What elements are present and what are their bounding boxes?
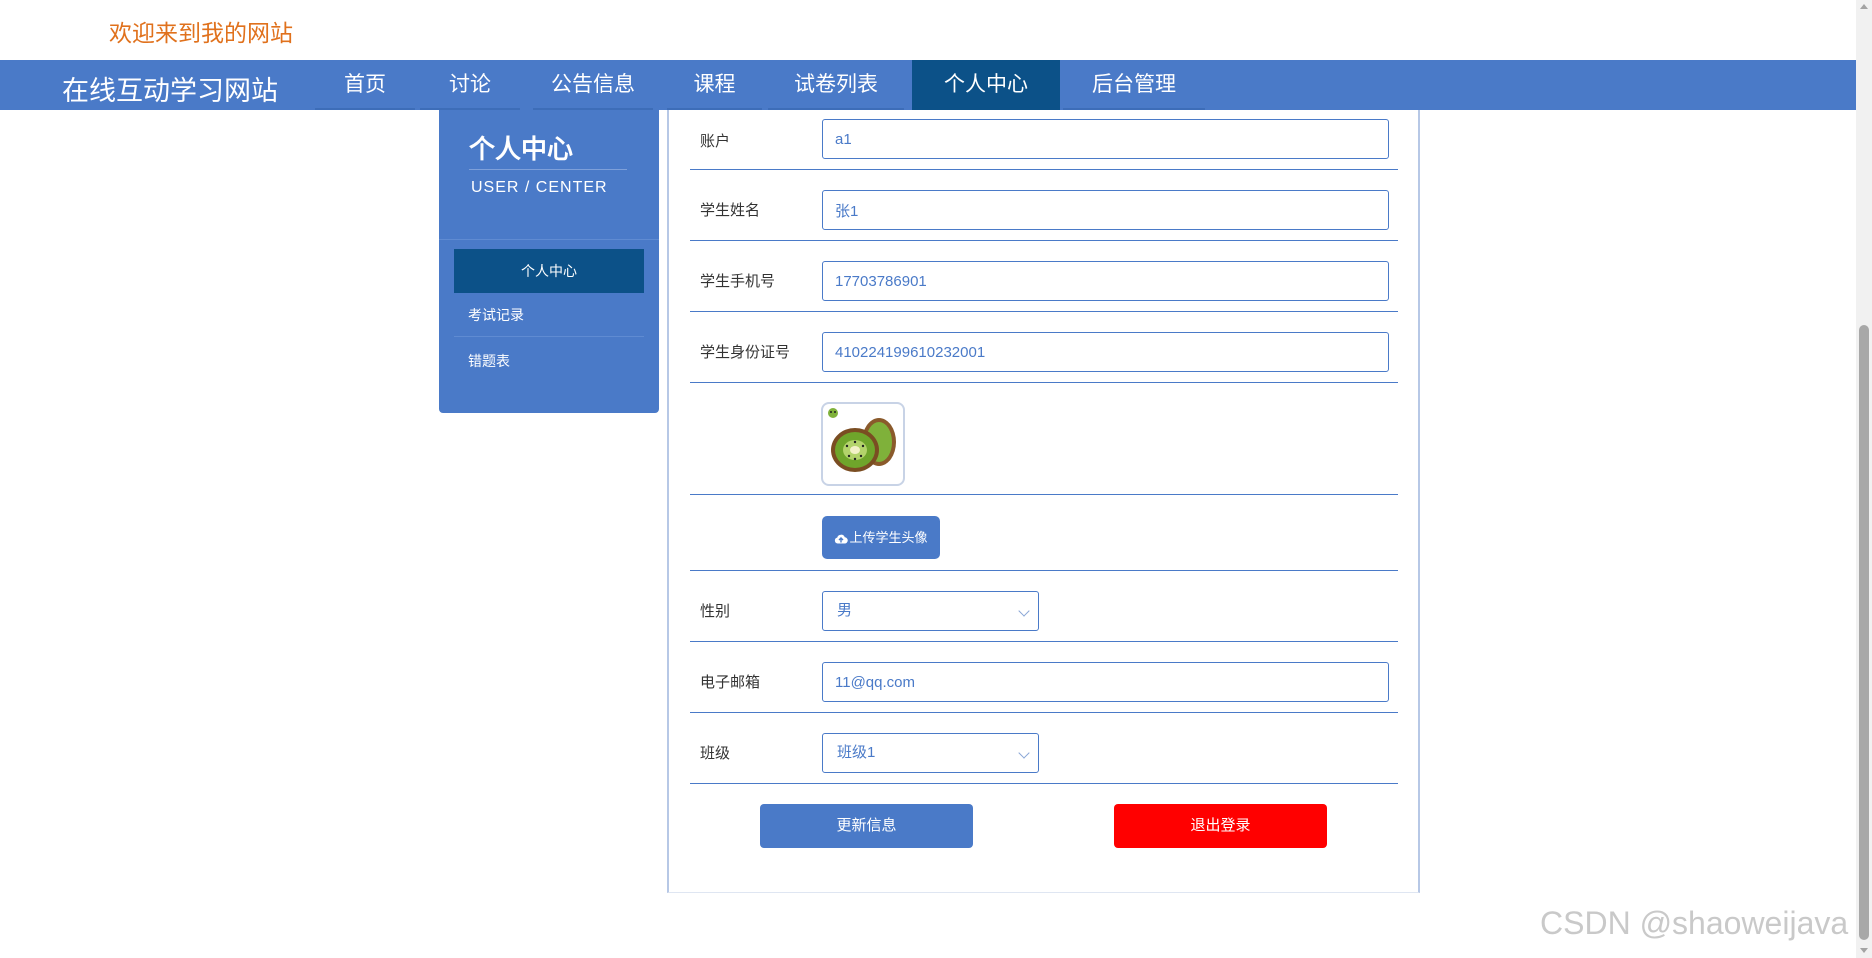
student-name-label: 学生姓名 <box>700 202 761 219</box>
nav-exam-list[interactable]: 试卷列表 <box>768 60 904 110</box>
student-name-input[interactable] <box>822 190 1389 230</box>
sidebar-subtitle: USER / CENTER <box>471 179 608 196</box>
sidebar-separator <box>439 239 659 240</box>
avatar[interactable] <box>821 402 905 486</box>
class-select-value: 班级1 <box>837 744 876 761</box>
sidebar-title: 个人中心 <box>469 134 574 164</box>
id-card-label: 学生身份证号 <box>700 344 791 361</box>
cloud-upload-icon <box>835 534 849 544</box>
chevron-down-icon <box>1018 605 1030 617</box>
chevron-down-icon <box>1018 747 1030 759</box>
kiwi-image <box>828 408 896 472</box>
update-info-button[interactable]: 更新信息 <box>760 804 973 848</box>
gender-select-value: 男 <box>837 602 853 619</box>
account-input[interactable] <box>822 119 1389 159</box>
form-row-phone: 学生手机号 <box>690 241 1398 312</box>
form-row-upload <box>690 495 1398 571</box>
form-row-id-card: 学生身份证号 <box>690 312 1398 383</box>
id-card-input[interactable] <box>822 332 1389 372</box>
upload-avatar-label: 上传学生头像 <box>849 530 928 545</box>
account-label: 账户 <box>700 133 731 150</box>
nav-user-center[interactable]: 个人中心 <box>912 60 1060 110</box>
watermark: CSDN @shaoweijava <box>1540 905 1849 941</box>
form-row-gender: 性别 男 <box>690 571 1398 642</box>
form-row-class: 班级 班级1 <box>690 713 1398 784</box>
email-input[interactable] <box>822 662 1389 702</box>
form-row-name: 学生姓名 <box>690 170 1398 241</box>
form-row-avatar <box>690 383 1398 495</box>
welcome-text: 欢迎来到我的网站 <box>109 20 293 46</box>
nav-courses[interactable]: 课程 <box>667 60 762 110</box>
phone-input[interactable] <box>822 261 1389 301</box>
nav-admin[interactable]: 后台管理 <box>1063 60 1205 110</box>
phone-label: 学生手机号 <box>700 273 776 290</box>
email-label: 电子邮箱 <box>700 674 761 691</box>
form-row-email: 电子邮箱 <box>690 642 1398 713</box>
class-select[interactable]: 班级1 <box>822 733 1039 773</box>
gender-select[interactable]: 男 <box>822 591 1039 631</box>
sidebar: 个人中心 USER / CENTER 个人中心 考试记录 错题表 <box>439 110 659 413</box>
scroll-down-icon[interactable] <box>1860 948 1868 953</box>
scroll-up-icon[interactable] <box>1860 4 1868 9</box>
nav-home[interactable]: 首页 <box>315 60 415 110</box>
site-brand[interactable]: 在线互动学习网站 <box>62 69 278 108</box>
sidebar-item-wrong-questions[interactable]: 错题表 <box>454 339 644 383</box>
nav-discussion[interactable]: 讨论 <box>420 60 520 110</box>
scrollbar-thumb[interactable] <box>1859 325 1869 940</box>
nav-announcements[interactable]: 公告信息 <box>533 60 653 110</box>
sidebar-title-divider <box>469 169 627 170</box>
sidebar-item-user-center[interactable]: 个人中心 <box>454 249 644 293</box>
logout-button[interactable]: 退出登录 <box>1114 804 1327 848</box>
form-row-account: 账户 <box>690 110 1398 170</box>
class-label: 班级 <box>700 745 731 762</box>
upload-avatar-button[interactable]: 上传学生头像 <box>822 516 940 559</box>
gender-label: 性别 <box>700 603 731 620</box>
sidebar-item-exam-records[interactable]: 考试记录 <box>454 293 644 337</box>
top-navbar: 在线互动学习网站 首页 讨论 公告信息 课程 试卷列表 个人中心 后台管理 <box>0 60 1856 110</box>
